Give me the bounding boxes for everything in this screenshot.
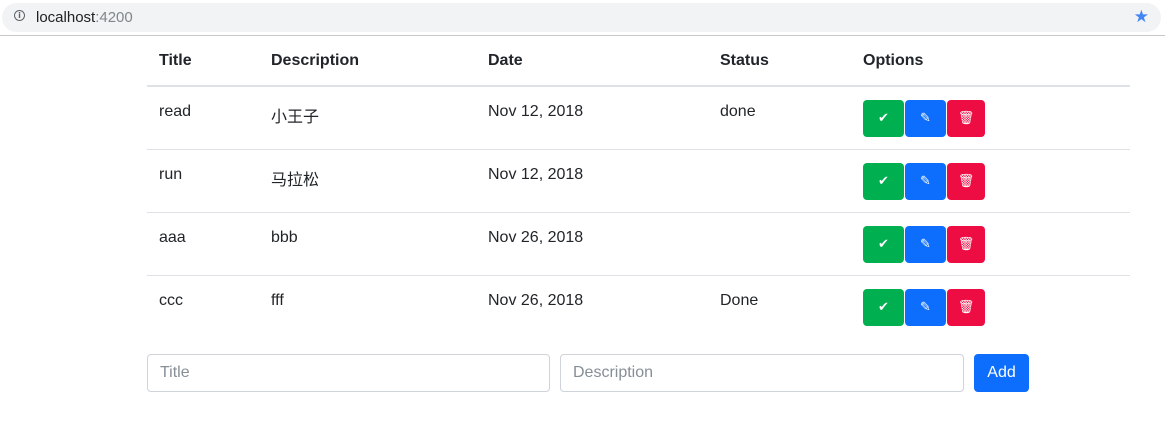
table-header: Title Description Date Status Options [147,36,1130,87]
edit-button[interactable]: ✎ [905,288,946,326]
mark-done-button[interactable]: ✔ [863,162,904,200]
cell-title: aaa [147,211,259,275]
cell-status: done [720,103,756,120]
check-icon: ✔ [878,111,889,126]
pencil-icon: ✎ [920,236,931,252]
check-icon: ✔ [878,173,889,189]
cell-status [708,148,851,212]
table-row: aaa bbb Nov 26, 2018 ✔ ✎ 🗑 [147,211,1130,275]
trash-icon: 🗑 [957,236,975,252]
check-icon: ✔ [878,299,889,315]
table-row: read 小王子 Nov 12, 2018 done ✔ ✎ 🗑 [147,86,1130,149]
cell-date: Nov 26, 2018 [476,211,708,275]
table-row: run 马拉松 Nov 12, 2018 ✔ ✎ 🗑 [147,148,1130,212]
cell-options: ✔ ✎ 🗑 [851,274,1130,338]
browser-toolbar: i localhost:4200 ★ [0,0,1165,36]
cell-description: 小王子 [271,109,320,126]
pencil-icon: ✎ [920,111,931,126]
trash-icon: 🗑 [957,111,975,126]
cell-description: 马拉松 [259,148,476,212]
info-icon[interactable]: i [14,10,25,21]
cell-description: fff [259,274,476,338]
table-body: read 小王子 Nov 12, 2018 done ✔ ✎ 🗑 run 马拉松… [147,86,1130,338]
cell-title: ccc [147,274,259,338]
edit-button[interactable]: ✎ [905,100,946,137]
cell-date: Nov 12, 2018 [476,148,708,212]
delete-button[interactable]: 🗑 [947,100,985,137]
trash-icon: 🗑 [957,173,975,189]
pencil-icon: ✎ [920,299,931,315]
title-input[interactable] [147,354,550,392]
cell-date: Nov 26, 2018 [476,274,708,338]
cell-title: run [147,148,259,212]
delete-button[interactable]: 🗑 [947,288,985,326]
cell-title: read [159,103,192,120]
mark-done-button[interactable]: ✔ [863,100,904,137]
description-input[interactable] [560,354,964,392]
address-bar[interactable]: i localhost:4200 ★ [2,3,1161,32]
cell-date: Nov 12, 2018 [488,103,584,120]
url-host: localhost [36,9,96,26]
column-header-title: Title [147,36,259,87]
cell-status: Done [708,274,851,338]
mark-done-button[interactable]: ✔ [863,225,904,263]
url-text[interactable]: localhost:4200 [36,9,133,26]
column-header-status: Status [708,36,851,87]
pencil-icon: ✎ [920,173,931,189]
header-row: Title Description Date Status Options [147,36,1130,87]
check-icon: ✔ [878,236,889,252]
mark-done-button[interactable]: ✔ [863,288,904,326]
url-port: :4200 [95,9,133,26]
cell-options: ✔ ✎ 🗑 [851,211,1130,275]
cell-description: bbb [259,211,476,275]
star-icon[interactable]: ★ [1134,7,1149,27]
table-row: ccc fff Nov 26, 2018 Done ✔ ✎ 🗑 [147,274,1130,338]
edit-button[interactable]: ✎ [905,225,946,263]
todo-table-container: Title Description Date Status Options re… [147,36,1130,338]
cell-options: ✔ ✎ 🗑 [851,86,1130,149]
trash-icon: 🗑 [957,299,975,315]
todo-table: Title Description Date Status Options re… [147,36,1130,338]
delete-button[interactable]: 🗑 [947,162,985,200]
column-header-date: Date [476,36,708,87]
edit-button[interactable]: ✎ [905,162,946,200]
delete-button[interactable]: 🗑 [947,225,985,263]
column-header-options: Options [851,36,1130,87]
column-header-description: Description [259,36,476,87]
cell-options: ✔ ✎ 🗑 [851,148,1130,212]
add-button[interactable]: Add [974,354,1029,392]
cell-status [708,211,851,275]
